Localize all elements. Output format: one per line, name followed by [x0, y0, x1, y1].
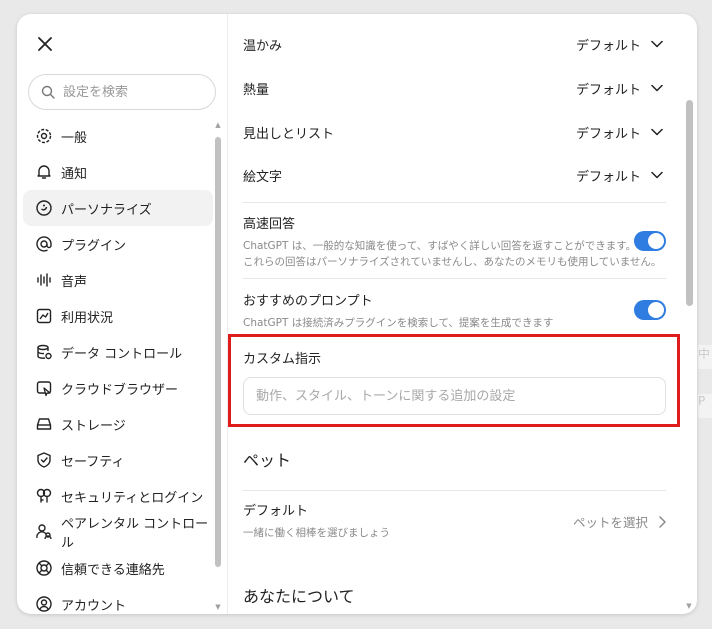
sidebar-item-label: 音声 — [61, 274, 88, 290]
fast-answer-desc-line1: ChatGPT は、一般的な知識を使って、すばやく詳しい回答を返すことができます… — [243, 240, 637, 252]
divider — [243, 490, 666, 491]
main-scroll-thumb[interactable] — [686, 100, 693, 306]
main-scroll-down[interactable]: ▼ — [685, 602, 693, 610]
sidebar-item-label: アカウント — [61, 598, 127, 614]
sidebar-item-label: パーソナライズ — [61, 202, 152, 218]
sidebar-item-label: クラウドブラウザー — [61, 382, 179, 398]
select-value: デフォルト — [575, 126, 641, 142]
chevron-down-icon — [651, 84, 663, 92]
background-peek-2: P — [698, 394, 712, 418]
sidebar-item-label: 通知 — [61, 166, 88, 182]
select-label: 絵文字 — [243, 169, 283, 185]
sidebar-item-3[interactable]: プラグイン — [23, 226, 213, 262]
select-dropdown[interactable]: デフォルト — [576, 35, 663, 54]
fast-answer-desc: ChatGPT は、一般的な知識を使って、すばやく詳しい回答を返すことができます… — [243, 238, 666, 270]
search-input[interactable] — [63, 84, 203, 100]
pet-select-link[interactable]: ペットを選択 — [573, 512, 666, 531]
select-value: デフォルト — [575, 82, 641, 98]
select-value: デフォルト — [575, 38, 641, 54]
select-dropdown[interactable]: デフォルト — [576, 123, 663, 142]
user-icon — [35, 595, 53, 613]
select-value: デフォルト — [575, 169, 641, 185]
sidebar-nav: 一般通知パーソナライズ プラグイン音声利用状況データ コントロール クラウドブラウザ… — [23, 118, 213, 614]
about-section-title: あなたについて — [243, 587, 355, 606]
sidebar-item-7[interactable]: クラウドブラウザー — [23, 370, 213, 406]
fast-answer-title: 高速回答 — [243, 217, 296, 232]
close-button[interactable] — [33, 32, 57, 56]
gear-icon — [35, 127, 53, 145]
bell-icon — [35, 163, 53, 181]
divider — [243, 202, 666, 203]
select-row-0: 温かみ デフォルト — [243, 22, 663, 66]
sidebar-item-10[interactable]: セキュリティとログイン — [23, 478, 213, 514]
pet-section-title: ペット — [243, 451, 292, 470]
sidebar-item-label: セキュリティとログイン — [61, 490, 204, 506]
sidebar-item-label: 一般 — [61, 130, 88, 146]
sidebar-scrollbar[interactable]: ▲ ▼ — [214, 121, 222, 611]
select-row-1: 熱量 デフォルト — [243, 66, 663, 110]
select-dropdown[interactable]: デフォルト — [576, 166, 663, 185]
search-icon — [41, 85, 55, 99]
sidebar-item-12[interactable]: 信頼できる連絡先 — [23, 550, 213, 586]
recommended-prompts-title: おすすめのプロンプト — [243, 294, 373, 309]
database-icon — [35, 343, 53, 361]
shield-icon — [35, 451, 53, 469]
sidebar-item-label: セーフティ — [61, 454, 125, 470]
key-icon — [35, 487, 53, 505]
sidebar-item-4[interactable]: 音声 — [23, 262, 213, 298]
sidebar-item-5[interactable]: 利用状況 — [23, 298, 213, 334]
close-icon — [38, 37, 52, 51]
fast-answer-row: 高速回答 ChatGPT は、一般的な知識を使って、すばやく詳しい回答を返すこと… — [243, 213, 666, 270]
chevron-down-icon — [651, 171, 663, 179]
sidebar-item-0[interactable]: 一般 — [23, 118, 213, 154]
sidebar-item-2[interactable]: パーソナライズ — [23, 190, 213, 226]
recommended-prompts-toggle[interactable] — [634, 300, 666, 320]
sidebar-item-11[interactable]: ペアレンタル コントロール — [23, 514, 213, 551]
sidebar-item-label: データ コントロール — [61, 346, 183, 362]
sidebar-item-6[interactable]: データ コントロール — [23, 334, 213, 370]
sidebar-item-label: プラグイン — [61, 238, 127, 254]
waveform-icon — [35, 271, 53, 289]
cloud-browser-icon — [35, 379, 53, 397]
sidebar-item-9[interactable]: セーフティ — [23, 442, 213, 478]
recommended-prompts-row: おすすめのプロンプト ChatGPT は接続済みプラグインを検索して、提案を生成… — [243, 290, 666, 331]
fast-answer-desc-line2: これらの回答はパーソナライズされていませんし、あなたのメモリも使用していません。 — [243, 256, 662, 268]
search-box — [28, 74, 216, 110]
settings-dialog: 一般通知パーソナライズプラグイン音声利用状況データ コントロールクラウドブラウザ… — [17, 14, 697, 614]
select-row-2: 見出しとリスト デフォルト — [243, 110, 663, 154]
sidebar-item-1[interactable]: 通知 — [23, 154, 213, 190]
personalize-icon — [35, 199, 53, 217]
chevron-right-icon — [659, 515, 666, 528]
sidebar-item-label: ストレージ — [61, 418, 126, 434]
sidebar-item-13[interactable]: アカウント — [23, 586, 213, 614]
chart-icon — [35, 307, 53, 325]
at-icon — [35, 235, 53, 253]
fast-answer-toggle[interactable] — [634, 231, 666, 251]
sidebar-item-label: 信頼できる連絡先 — [61, 562, 165, 578]
main-scrollbar[interactable] — [685, 100, 693, 310]
parental-icon — [35, 523, 53, 541]
select-label: 温かみ — [243, 38, 283, 54]
settings-sidebar: 一般通知パーソナライズプラグイン音声利用状況データ コントロールクラウドブラウザ… — [17, 14, 227, 614]
select-row-3: 絵文字 デフォルト — [243, 153, 663, 197]
background-peek-1: 中 — [698, 345, 712, 369]
sidebar-scroll-thumb[interactable] — [215, 137, 221, 567]
select-label: 見出しとリスト — [243, 126, 335, 142]
pet-row[interactable]: デフォルト 一緒に働く相棒を選びましょう ペットを選択 — [243, 500, 666, 544]
custom-instructions-input[interactable] — [243, 377, 666, 415]
storage-icon — [35, 415, 53, 433]
pet-select-label: ペットを選択 — [572, 515, 648, 530]
divider — [243, 278, 666, 279]
settings-main: 温かみ デフォルト 熱量 デフォルト 見出しとリスト デフォルト 絵文字 デフォルト 高速回答… — [228, 14, 697, 614]
sidebar-item-8[interactable]: ストレージ — [23, 406, 213, 442]
select-label: 熱量 — [243, 82, 270, 98]
recommended-prompts-desc: ChatGPT は接続済みプラグインを検索して、提案を生成できます — [243, 317, 554, 329]
select-dropdown[interactable]: デフォルト — [576, 79, 663, 98]
chevron-down-icon — [651, 128, 663, 136]
custom-instructions-label: カスタム指示 — [243, 352, 322, 367]
sidebar-item-label: ペアレンタル コントロール — [61, 517, 209, 551]
chevron-down-icon — [651, 40, 663, 48]
sidebar-item-label: 利用状況 — [61, 310, 114, 326]
lifebuoy-icon — [35, 559, 53, 577]
